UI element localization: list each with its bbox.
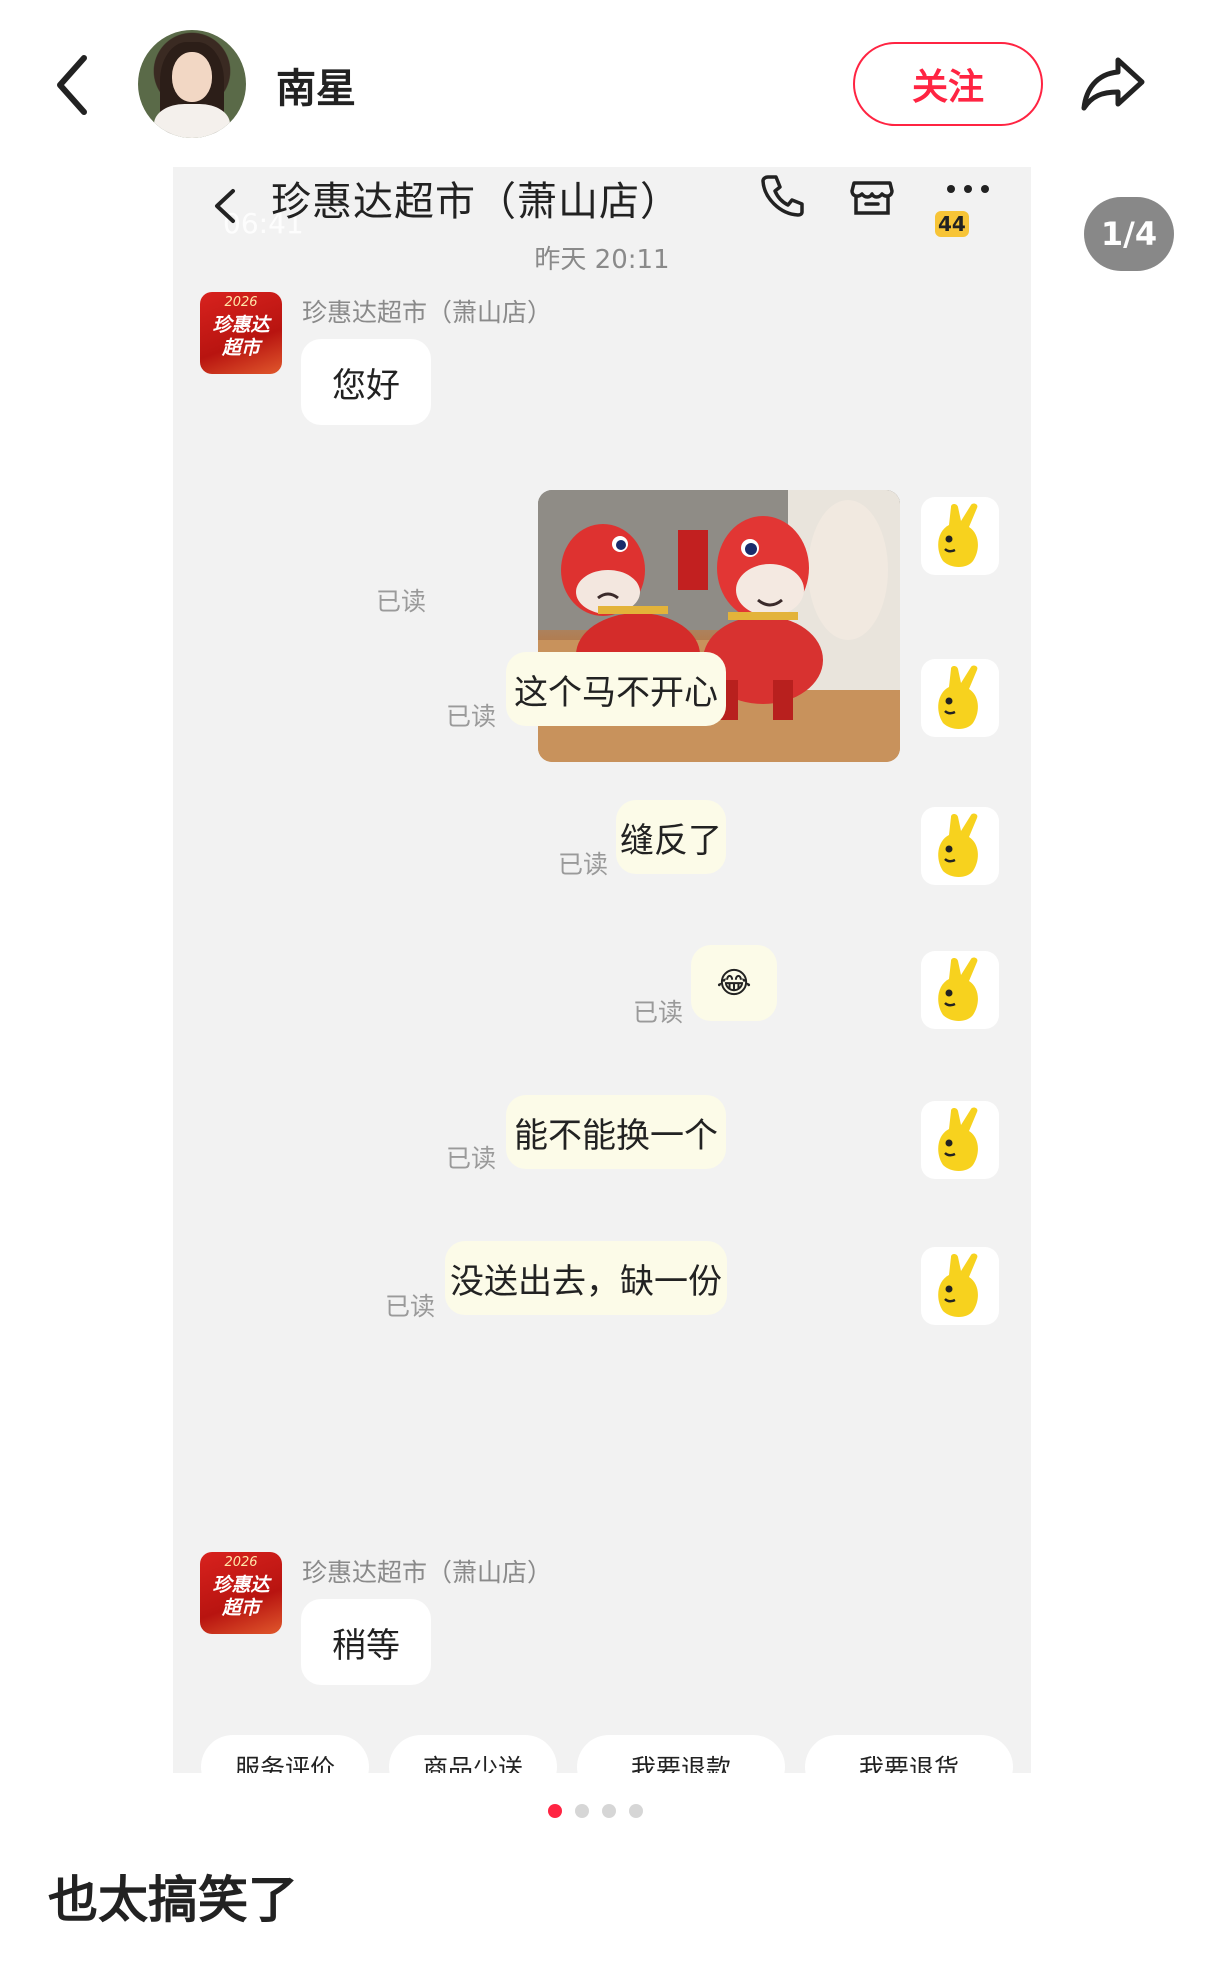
quick-action-return: 我要退货 xyxy=(805,1735,1013,1773)
app-header: 南星 关注 xyxy=(0,0,1206,165)
carousel-dot[interactable] xyxy=(602,1804,616,1818)
my-avatar xyxy=(921,1101,999,1179)
author-avatar[interactable] xyxy=(138,30,246,138)
my-avatar xyxy=(921,497,999,575)
read-status: 已读 xyxy=(385,1292,436,1321)
message-bubble: 能不能换一个 xyxy=(506,1095,726,1169)
post-caption: 也太搞笑了 xyxy=(48,1871,298,1929)
message-bubble: 稍等 xyxy=(301,1599,431,1685)
carousel-dot[interactable] xyxy=(575,1804,589,1818)
merchant-avatar: 2026 珍惠达 超市 xyxy=(200,1552,282,1634)
my-avatar xyxy=(921,807,999,885)
author-name[interactable]: 南星 xyxy=(276,56,356,114)
read-status: 已读 xyxy=(633,998,684,1027)
merchant-avatar: 2026 珍惠达 超市 xyxy=(200,292,282,374)
chat-back-icon xyxy=(209,175,241,235)
follow-button[interactable]: 关注 xyxy=(853,42,1043,126)
my-avatar xyxy=(921,951,999,1029)
message-bubble: 这个马不开心 xyxy=(506,652,726,726)
my-avatar xyxy=(921,659,999,737)
read-status: 已读 xyxy=(558,850,609,879)
more-icon xyxy=(943,177,993,207)
message-sender: 珍惠达超市（萧山店） xyxy=(302,298,553,327)
page-indicator: 1/4 xyxy=(1084,197,1174,271)
store-icon xyxy=(848,171,896,219)
phone-icon xyxy=(758,171,806,219)
read-status: 已读 xyxy=(446,702,497,731)
message-bubble: 缝反了 xyxy=(616,800,726,874)
back-icon[interactable] xyxy=(50,50,96,120)
chat-screenshot-image[interactable]: 06:41 珍惠达超市（萧山店） 44 昨天 20:11 2026 珍惠达 超市… xyxy=(173,167,1031,1773)
my-avatar xyxy=(921,1247,999,1325)
carousel-dot[interactable] xyxy=(548,1804,562,1818)
quick-action-service-rating: 服务评价 xyxy=(201,1735,369,1773)
message-bubble: 您好 xyxy=(301,339,431,425)
read-status: 已读 xyxy=(376,587,427,616)
read-status: 已读 xyxy=(446,1144,497,1173)
carousel-dot[interactable] xyxy=(629,1804,643,1818)
quick-action-refund: 我要退款 xyxy=(577,1735,785,1773)
share-icon[interactable] xyxy=(1078,50,1150,116)
message-bubble: 没送出去，缺一份 xyxy=(445,1241,727,1315)
chat-timestamp: 昨天 20:11 xyxy=(534,245,670,275)
battery-badge: 44 xyxy=(935,211,969,237)
chat-title: 珍惠达超市（萧山店） xyxy=(271,179,681,225)
emoji-bubble: 😂 xyxy=(691,945,777,1021)
quick-action-missing-item: 商品少送 xyxy=(389,1735,557,1773)
message-sender: 珍惠达超市（萧山店） xyxy=(302,1558,553,1587)
quick-actions: 服务评价 商品少送 我要退款 我要退货 xyxy=(173,1735,1031,1773)
